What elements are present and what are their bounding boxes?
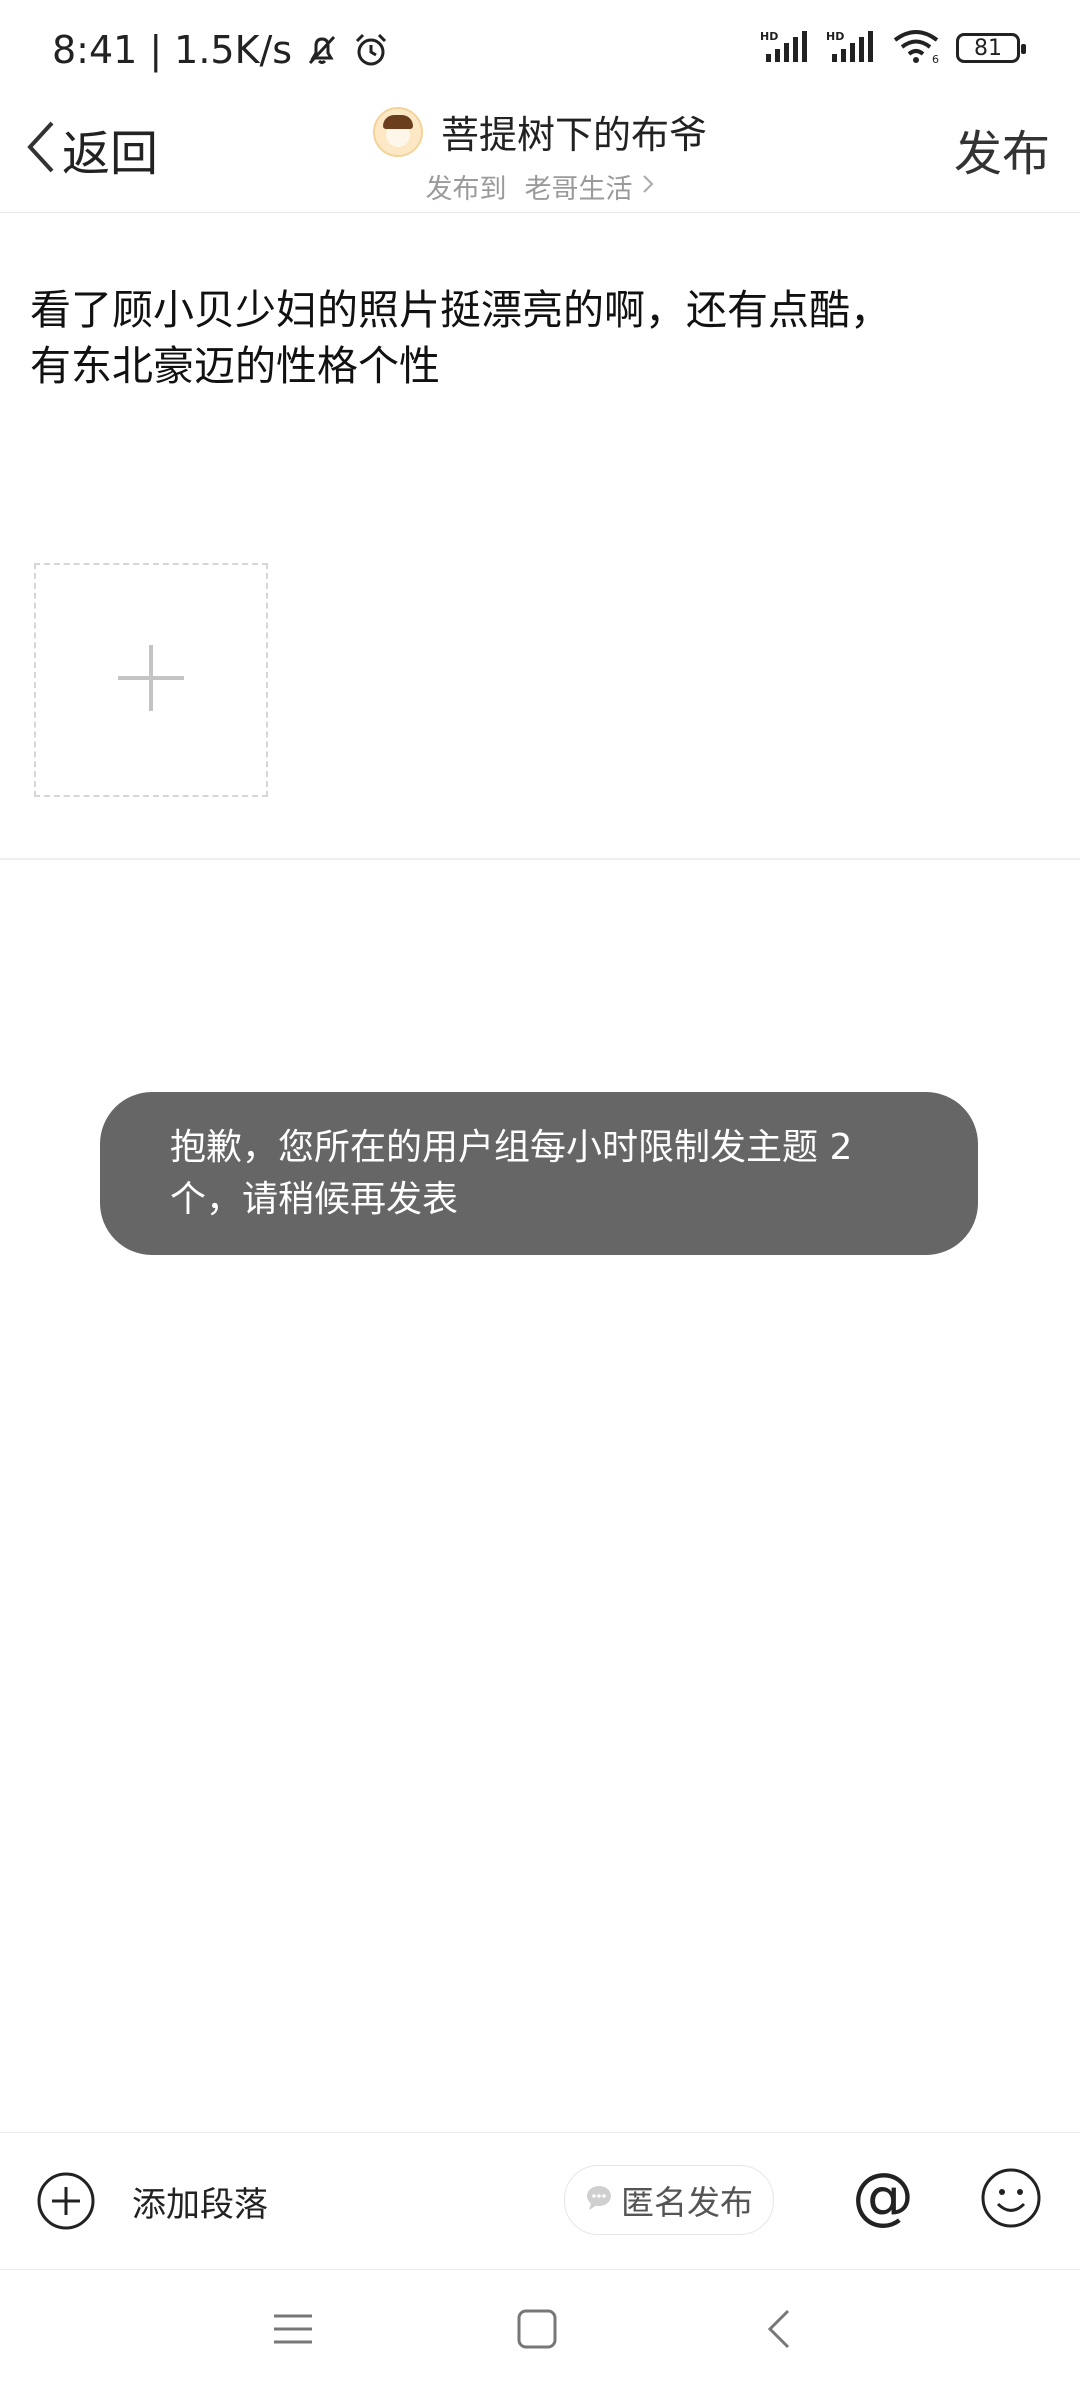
battery-level: 81 [974, 35, 1002, 61]
back-nav-button[interactable] [764, 2308, 794, 2354]
post-text-area[interactable]: 看了顾小贝少妇的照片挺漂亮的啊，还有点酷， 有东北豪迈的性格个性 [30, 282, 1030, 394]
publish-button[interactable]: 发布 [954, 114, 1050, 184]
anonymous-publish-toggle[interactable]: 匿名发布 [564, 2165, 774, 2235]
status-left: 8:41 | 1.5K/s [52, 28, 402, 72]
add-paragraph-button[interactable]: 添加段落 [132, 2177, 268, 2226]
post-target-info: 菩提树下的布爷 发布到 老哥生活 [0, 100, 1080, 206]
battery-icon: 81 [956, 33, 1026, 63]
editor-toolbar: 添加段落 匿名发布 @ [0, 2132, 1080, 2270]
forum-name: 老哥生活 [524, 174, 633, 205]
signal-icon: HD [826, 28, 878, 68]
toast-message: 抱歉，您所在的用户组每小时限制发主题 2 个，请稍候再发表 [100, 1092, 978, 1255]
avatar [372, 106, 423, 157]
clock: 8:41 [52, 28, 138, 72]
signal-icon: HD [760, 28, 812, 68]
forum-selector[interactable]: 发布到 老哥生活 [0, 167, 1080, 206]
mention-button[interactable]: @ [852, 2159, 914, 2232]
chevron-right-icon [641, 171, 655, 202]
username: 菩提树下的布爷 [440, 113, 707, 157]
user-row: 菩提树下的布爷 [0, 104, 1080, 159]
chat-bubble-icon [585, 2184, 613, 2216]
toast-line: 个，请稍候再发表 [170, 1179, 459, 1220]
status-bar: 8:41 | 1.5K/s HD HD 6 81 [0, 0, 1080, 100]
post-to-label: 发布到 [425, 174, 507, 205]
alarm-icon [352, 31, 390, 69]
wifi-icon: 6 [892, 28, 942, 68]
menu-icon [272, 2314, 314, 2354]
dnd-bell-icon [304, 32, 340, 68]
smiley-icon [980, 2168, 1042, 2233]
system-nav-bar [0, 2268, 1080, 2400]
add-paragraph-icon-button[interactable] [36, 2171, 96, 2235]
post-text-line: 有东北豪迈的性格个性 [30, 342, 440, 390]
add-image-button[interactable] [34, 563, 268, 797]
status-separator: | [149, 28, 163, 72]
emoji-button[interactable] [980, 2167, 1042, 2233]
circle-plus-icon [36, 2172, 96, 2235]
signal1-label: HD [760, 30, 778, 43]
divider [0, 858, 1080, 860]
menu-nav-button[interactable] [272, 2308, 314, 2354]
editor-header: 返回 菩提树下的布爷 发布到 老哥生活 发布 [0, 100, 1080, 213]
back-nav-icon [764, 2309, 794, 2354]
anonymous-label: 匿名发布 [621, 2183, 753, 2222]
home-square-icon [516, 2309, 558, 2354]
toast-line: 抱歉，您所在的用户组每小时限制发主题 2 [170, 1127, 853, 1168]
home-nav-button[interactable] [516, 2308, 558, 2354]
post-text-line: 看了顾小贝少妇的照片挺漂亮的啊，还有点酷， [30, 286, 891, 334]
wifi-label: 6 [932, 53, 939, 64]
signal2-label: HD [826, 30, 844, 43]
plus-icon [116, 643, 186, 717]
net-speed: 1.5K/s [174, 28, 293, 72]
status-right: HD HD 6 81 [746, 28, 1026, 68]
